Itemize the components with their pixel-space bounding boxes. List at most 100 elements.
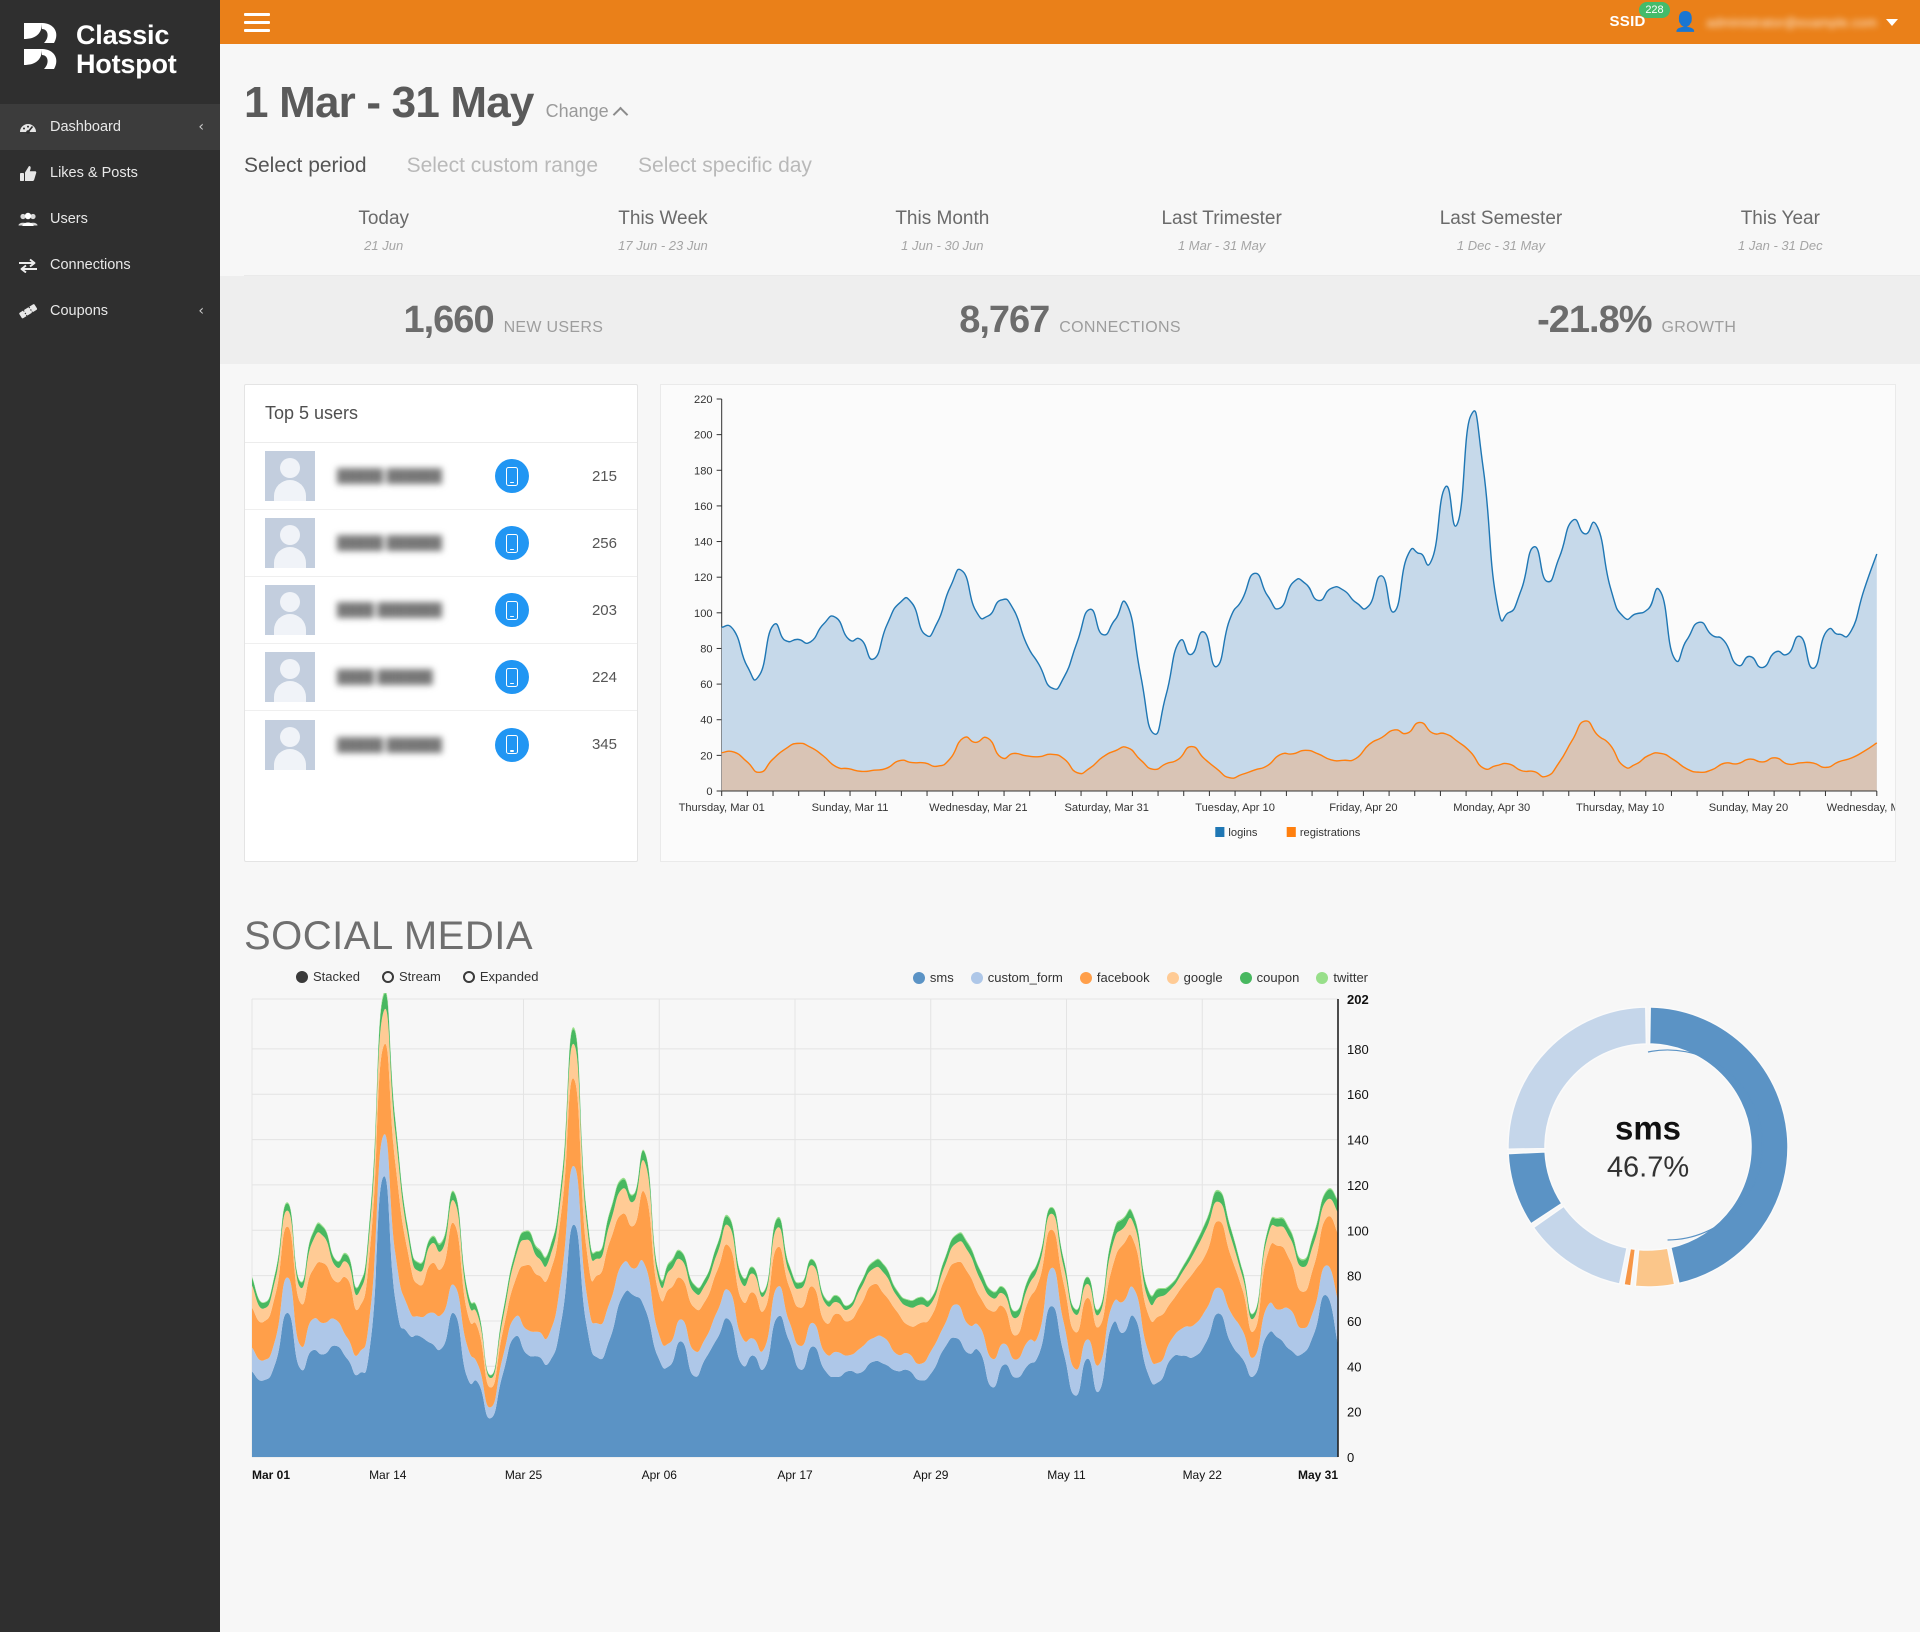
tab-select-custom-range[interactable]: Select custom range bbox=[407, 154, 598, 178]
dashboard-page: Classic Hotspot Dashboard ‹ Likes & Post… bbox=[0, 0, 1920, 1632]
legend-item-google[interactable]: google bbox=[1166, 970, 1223, 985]
chart-mode-stacked[interactable]: Stacked bbox=[296, 969, 360, 984]
svg-text:180: 180 bbox=[1347, 1042, 1369, 1057]
social-stream-chart-svg[interactable]: 0 20 40 60 80 100 120 140 160 180 202 Mar 01 Mar 14 M… bbox=[244, 990, 1400, 1493]
stat-growth: -21.8% GROWTH bbox=[1353, 299, 1920, 342]
preset-this-week[interactable]: This Week 17 Jun - 23 Jun bbox=[523, 208, 802, 253]
svg-text:Thursday, Mar 01: Thursday, Mar 01 bbox=[679, 802, 765, 814]
mobile-phone-icon[interactable] bbox=[495, 660, 529, 694]
stat-label: CONNECTIONS bbox=[1059, 318, 1181, 336]
svg-text:Sunday, May 20: Sunday, May 20 bbox=[1709, 802, 1788, 814]
user-name-label: ████ ███████ bbox=[337, 602, 442, 617]
svg-text:logins: logins bbox=[1228, 827, 1258, 839]
sidebar-item-likes-posts[interactable]: Likes & Posts bbox=[0, 150, 220, 196]
tab-select-specific-day[interactable]: Select specific day bbox=[638, 154, 812, 178]
legend-item-twitter[interactable]: twitter bbox=[1316, 970, 1368, 985]
chevron-left-icon: ‹ bbox=[198, 119, 204, 135]
svg-text:Tuesday, Apr 10: Tuesday, Apr 10 bbox=[1195, 802, 1275, 814]
preset-range: 17 Jun - 23 Jun bbox=[618, 238, 708, 253]
preset-this-month[interactable]: This Month 1 Jun - 30 Jun bbox=[803, 208, 1082, 253]
user-name-label: █████ ██████ bbox=[337, 468, 442, 483]
social-donut-svg[interactable] bbox=[1498, 997, 1798, 1297]
brand-logo-block[interactable]: Classic Hotspot bbox=[0, 0, 220, 100]
table-row[interactable]: ████ ███████ 203 bbox=[245, 577, 637, 644]
svg-text:120: 120 bbox=[694, 572, 713, 584]
svg-text:Wednesday, Mar 21: Wednesday, Mar 21 bbox=[929, 802, 1027, 814]
chevron-up-icon bbox=[612, 106, 628, 123]
sidebar-item-coupons[interactable]: Coupons ‹ bbox=[0, 288, 220, 334]
mobile-phone-icon[interactable] bbox=[495, 727, 529, 762]
mobile-phone-icon[interactable] bbox=[495, 459, 529, 493]
preset-range: 1 Jun - 30 Jun bbox=[901, 238, 984, 253]
svg-text:202: 202 bbox=[1347, 993, 1369, 1007]
connection-count: 215 bbox=[591, 467, 617, 485]
legend-color-dot bbox=[912, 971, 925, 984]
connections-area-chart[interactable]: 0 20 40 60 80 100 120 140 160 180 200 220 Thursday, … bbox=[660, 384, 1920, 863]
sidebar-item-label: Connections bbox=[50, 257, 131, 273]
avatar bbox=[265, 719, 315, 770]
stat-value: 1,660 bbox=[403, 298, 494, 341]
legend-label: coupon bbox=[1256, 970, 1300, 985]
topbar: SSID 228 👤 administrator@example.com bbox=[220, 0, 1920, 44]
table-row[interactable]: ████ ██████ 224 bbox=[245, 644, 637, 711]
user-menu[interactable]: 👤 administrator@example.com bbox=[1674, 12, 1898, 32]
connections-area-chart-svg[interactable]: 0 20 40 60 80 100 120 140 160 180 200 220 Thursday, … bbox=[661, 385, 1920, 863]
sidebar-item-label: Dashboard bbox=[50, 119, 121, 135]
preset-last-trimester[interactable]: Last Trimester 1 Mar - 31 May bbox=[1082, 208, 1361, 253]
sidebar-nav: Dashboard ‹ Likes & Posts Users Connecti… bbox=[0, 104, 220, 334]
legend-item-facebook[interactable]: facebook bbox=[1079, 970, 1150, 985]
svg-text:80: 80 bbox=[1347, 1269, 1361, 1284]
social-legend: sms custom_form facebook google coupon twitte… bbox=[912, 970, 1368, 985]
svg-text:Wednesday, May 31: Wednesday, May 31 bbox=[1827, 802, 1895, 814]
brand-line-1: Classic bbox=[76, 20, 170, 51]
stat-new-users: 1,660 NEW USERS bbox=[220, 299, 787, 342]
sidebar-item-users[interactable]: Users bbox=[0, 196, 220, 242]
svg-text:40: 40 bbox=[700, 715, 712, 727]
tab-select-period[interactable]: Select period bbox=[244, 154, 367, 178]
sidebar: Classic Hotspot Dashboard ‹ Likes & Post… bbox=[0, 0, 220, 1632]
preset-this-year[interactable]: This Year 1 Jan - 31 Dec bbox=[1641, 208, 1920, 253]
table-row[interactable]: █████ ██████ 256 bbox=[245, 510, 637, 577]
chart-mode-label: Expanded bbox=[479, 969, 539, 984]
user-name-label: █████ ██████ bbox=[337, 535, 442, 550]
svg-text:Apr 06: Apr 06 bbox=[642, 1468, 678, 1482]
chevron-down-icon[interactable] bbox=[1886, 18, 1898, 26]
svg-text:160: 160 bbox=[694, 501, 713, 513]
social-media-heading: SOCIAL MEDIA bbox=[244, 914, 534, 958]
svg-text:180: 180 bbox=[694, 465, 713, 477]
period-selector: 1 Mar - 31 May Change Select period Sele… bbox=[220, 44, 1920, 276]
user-name-cell: ████ ███████ bbox=[315, 601, 495, 619]
svg-text:May 31: May 31 bbox=[1298, 1468, 1338, 1482]
sidebar-item-connections[interactable]: Connections bbox=[0, 242, 220, 288]
preset-list: Today 21 Jun This Week 17 Jun - 23 Jun T… bbox=[244, 208, 1920, 276]
topbar-right: SSID 228 👤 administrator@example.com bbox=[1609, 2, 1898, 32]
preset-today[interactable]: Today 21 Jun bbox=[244, 208, 523, 253]
ssid-indicator[interactable]: SSID 228 bbox=[1609, 2, 1670, 31]
chart-mode-label: Stream bbox=[398, 969, 441, 984]
change-range-button[interactable]: Change bbox=[546, 101, 628, 123]
legend-label: facebook bbox=[1096, 970, 1150, 985]
preset-range: 1 Jan - 31 Dec bbox=[1738, 238, 1823, 253]
sidebar-item-dashboard[interactable]: Dashboard ‹ bbox=[0, 104, 220, 150]
hamburger-icon[interactable] bbox=[244, 10, 278, 34]
table-row[interactable]: █████ ██████ 215 bbox=[245, 443, 637, 510]
chart-mode-expanded[interactable]: Expanded bbox=[462, 969, 539, 984]
chart-mode-stream[interactable]: Stream bbox=[381, 969, 441, 984]
preset-range: 1 Mar - 31 May bbox=[1177, 238, 1266, 253]
legend-item-sms[interactable]: sms bbox=[912, 970, 954, 985]
preset-last-semester[interactable]: Last Semester 1 Dec - 31 May bbox=[1361, 208, 1640, 253]
legend-label: google bbox=[1183, 970, 1223, 985]
table-row[interactable]: █████ ██████ 345 bbox=[245, 711, 637, 778]
legend-color-dot bbox=[1239, 971, 1252, 984]
ticket-icon bbox=[18, 302, 38, 320]
brand-line-2: Hotspot bbox=[76, 49, 177, 79]
legend-item-coupon[interactable]: coupon bbox=[1239, 970, 1300, 985]
mobile-phone-icon[interactable] bbox=[495, 593, 529, 627]
preset-name: Last Semester bbox=[1439, 208, 1563, 229]
avatar bbox=[265, 518, 315, 568]
user-name-cell: █████ ██████ bbox=[315, 467, 495, 485]
legend-item-custom_form[interactable]: custom_form bbox=[970, 970, 1063, 985]
svg-text:Apr 29: Apr 29 bbox=[913, 1468, 949, 1482]
preset-name: This Year bbox=[1740, 208, 1820, 229]
mobile-phone-icon[interactable] bbox=[495, 526, 529, 560]
